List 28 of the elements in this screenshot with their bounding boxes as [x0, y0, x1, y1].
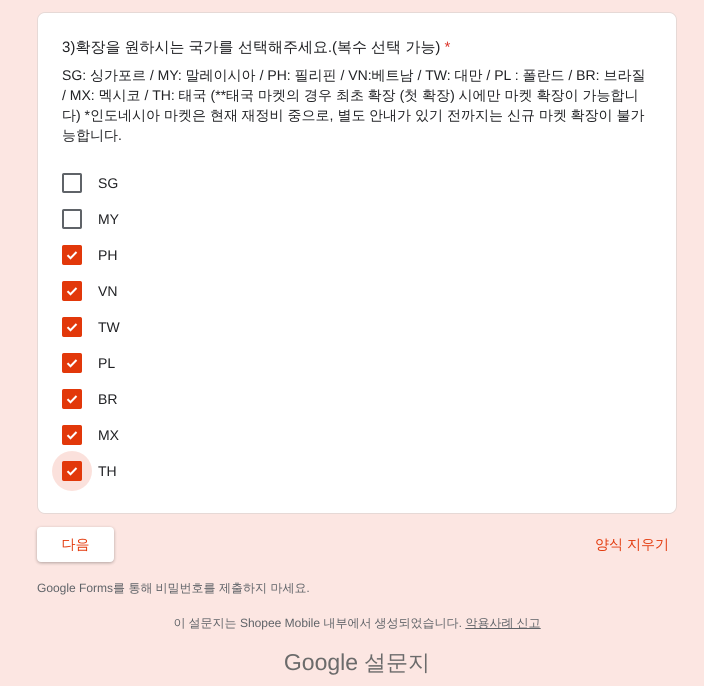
checkbox[interactable] [62, 461, 82, 481]
report-abuse-link[interactable]: 악용사례 신고 [465, 616, 541, 630]
checkbox[interactable] [62, 389, 82, 409]
checkbox[interactable] [62, 209, 82, 229]
option-label[interactable]: MX [98, 427, 119, 443]
google-logo: Google [284, 649, 358, 676]
option-label[interactable]: BR [98, 391, 118, 407]
checkbox[interactable] [62, 317, 82, 337]
checkbox[interactable] [62, 173, 82, 193]
clear-form-button[interactable]: 양식 지우기 [587, 530, 677, 560]
option-label[interactable]: PL [98, 355, 116, 371]
checkbox[interactable] [62, 353, 82, 373]
next-button[interactable]: 다음 [37, 527, 114, 562]
checkbox[interactable] [62, 245, 82, 265]
option-label[interactable]: TH [98, 463, 117, 479]
option-label[interactable]: SG [98, 175, 118, 191]
option-label[interactable]: VN [98, 283, 118, 299]
footer-text: 이 설문지는 Shopee Mobile 내부에서 생성되었습니다. [173, 616, 462, 630]
question-title: 3)확장을 원하시는 국가를 선택해주세요.(복수 선택 가능) [62, 39, 440, 56]
product-name: 설문지 [364, 649, 430, 677]
option-label[interactable]: PH [98, 247, 118, 263]
required-mark: * [444, 39, 450, 56]
checkbox[interactable] [62, 281, 82, 301]
checkbox[interactable] [62, 425, 82, 445]
option-label[interactable]: TW [98, 319, 120, 335]
option-label[interactable]: MY [98, 211, 119, 227]
password-warning: Google Forms를 통해 비밀번호를 제출하지 마세요. [37, 580, 311, 597]
question-description: SG: 싱가포르 / MY: 말레이시아 / PH: 필리핀 / VN:베트남 / TW: 대만 / PL : 폴란드 / BR: 브라질 / MX: 멕시코 / TH: 태국 (**태국 마켓의 경우 최초 확장 (첫 확장) 시에만 마켓 확장이 가능합니다) *인도네시아 마켓은 현재 재정비 중으로, 별도 안내가 있기 전까지는 신규 마켓 확장이 불가능합니다. [62, 66, 646, 145]
